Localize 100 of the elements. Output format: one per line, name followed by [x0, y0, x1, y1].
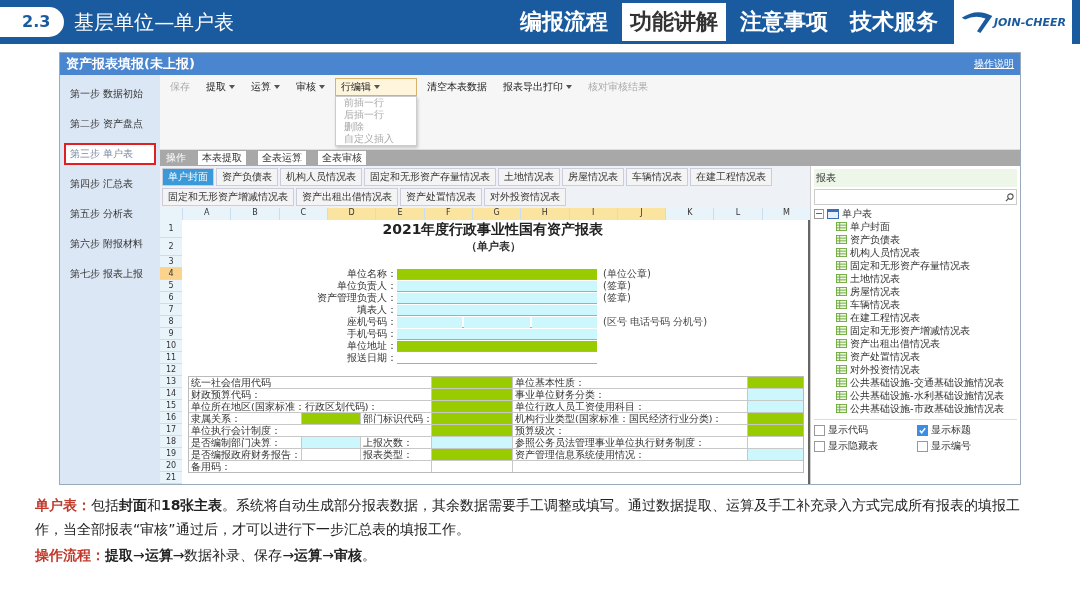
option-checkbox[interactable]: 显示编号 [916, 439, 1017, 453]
sheet-tab[interactable]: 房屋情况表 [562, 168, 624, 186]
input-field[interactable] [432, 413, 512, 424]
tree-item[interactable]: 车辆情况表 [814, 298, 1017, 311]
input-field[interactable] [397, 280, 597, 292]
option-checkbox[interactable]: 显示代码 [814, 423, 915, 437]
column-header[interactable]: K [665, 208, 714, 220]
input-field[interactable] [748, 401, 803, 412]
tree-item[interactable]: 单户封面 [814, 220, 1017, 233]
input-field[interactable] [432, 461, 512, 472]
input-field[interactable] [748, 449, 803, 460]
input-field[interactable] [531, 316, 597, 328]
tree-item[interactable]: 在建工程情况表 [814, 311, 1017, 324]
toolbar-button[interactable]: 全表审核 [318, 151, 366, 165]
row-header[interactable]: 9 [160, 328, 182, 340]
row-header[interactable]: 8 [160, 316, 182, 328]
column-header[interactable]: E [375, 208, 424, 220]
input-field[interactable] [432, 425, 512, 436]
sheet-tab[interactable]: 车辆情况表 [626, 168, 688, 186]
row-header[interactable]: 11 [160, 352, 182, 364]
toolbar-button[interactable]: 报表导出打印 [497, 78, 578, 96]
row-header[interactable]: 20 [160, 460, 182, 472]
column-header[interactable]: D [326, 208, 376, 220]
nav-tab[interactable]: 注意事项 [731, 3, 836, 41]
input-field[interactable] [302, 437, 360, 448]
column-header[interactable]: I [568, 208, 617, 220]
row-header[interactable]: 3 [160, 256, 182, 268]
input-field[interactable] [748, 437, 803, 448]
toolbar-button[interactable]: 本表提取 [198, 151, 246, 165]
nav-tab[interactable]: 技术服务 [841, 3, 946, 41]
input-field[interactable] [748, 425, 803, 436]
column-header[interactable]: F [423, 208, 472, 220]
row-header[interactable]: 16 [160, 412, 182, 424]
column-header[interactable]: L [713, 208, 762, 220]
step-item[interactable]: 第五步 分析表 [64, 203, 156, 225]
tree-item[interactable]: 公共基础设施-市政基础设施情况表 [814, 402, 1017, 415]
input-field[interactable] [748, 389, 803, 400]
toolbar-button[interactable]: 清空本表数据 [421, 78, 493, 96]
input-field[interactable] [397, 292, 597, 304]
input-field[interactable] [397, 328, 597, 340]
sheet-tab[interactable]: 资产处置情况表 [400, 188, 482, 206]
sheet-tab[interactable]: 固定和无形资产增减情况表 [162, 188, 294, 206]
step-item[interactable]: 第三步 单户表 [64, 143, 156, 165]
row-header[interactable]: 1 [160, 220, 182, 238]
tree-item[interactable]: 固定和无形资产存量情况表 [814, 259, 1017, 272]
column-header[interactable]: H [520, 208, 569, 220]
sheet-tab[interactable]: 土地情况表 [498, 168, 560, 186]
sheet-tab[interactable]: 资产出租出借情况表 [296, 188, 398, 206]
nav-tab[interactable]: 编报流程 [511, 3, 616, 41]
step-item[interactable]: 第六步 附报材料 [64, 233, 156, 255]
step-item[interactable]: 第七步 报表上报 [64, 263, 156, 285]
input-field[interactable] [748, 413, 803, 424]
input-field[interactable] [397, 268, 597, 280]
row-header[interactable]: 15 [160, 400, 182, 412]
row-header[interactable]: 5 [160, 280, 182, 292]
sheet-tab[interactable]: 资产负债表 [216, 168, 278, 186]
sheet-tab[interactable]: 在建工程情况表 [690, 168, 772, 186]
column-header[interactable]: B [230, 208, 279, 220]
row-header[interactable]: 13 [160, 376, 182, 388]
input-field[interactable] [432, 377, 512, 388]
input-field[interactable] [432, 389, 512, 400]
row-header[interactable]: 21 [160, 472, 182, 484]
row-header[interactable]: 7 [160, 304, 182, 316]
help-link[interactable]: 操作说明 [974, 57, 1014, 71]
tree-item[interactable]: 固定和无形资产增减情况表 [814, 324, 1017, 337]
toolbar-button[interactable]: 提取 [200, 78, 241, 96]
expander-icon[interactable] [814, 208, 824, 219]
toolbar-button[interactable]: 行编辑 [335, 78, 417, 96]
column-header[interactable]: A [182, 208, 231, 220]
input-field[interactable] [432, 449, 512, 460]
sheet-tab[interactable]: 机构人员情况表 [280, 168, 362, 186]
step-item[interactable]: 第二步 资产盘点 [64, 113, 156, 135]
input-field[interactable] [397, 316, 463, 328]
row-header[interactable]: 12 [160, 364, 182, 376]
row-header[interactable]: 4 [160, 268, 182, 280]
input-field[interactable] [397, 340, 597, 352]
input-field[interactable] [302, 449, 360, 460]
tree-item[interactable]: 机构人员情况表 [814, 246, 1017, 259]
row-header[interactable]: 14 [160, 388, 182, 400]
input-field[interactable] [432, 437, 512, 448]
row-header[interactable]: 2 [160, 238, 182, 256]
input-field[interactable] [464, 316, 530, 328]
search-field[interactable] [814, 189, 1017, 205]
row-header[interactable]: 10 [160, 340, 182, 352]
tree-item[interactable]: 公共基础设施-交通基础设施情况表 [814, 376, 1017, 389]
tree-item[interactable]: 土地情况表 [814, 272, 1017, 285]
row-header[interactable]: 6 [160, 292, 182, 304]
sheet-tab[interactable]: 固定和无形资产存量情况表 [364, 168, 496, 186]
tree-item[interactable]: 资产出租出借情况表 [814, 337, 1017, 350]
column-header[interactable]: J [616, 208, 666, 220]
tree-item[interactable]: 对外投资情况表 [814, 363, 1017, 376]
toolbar-button[interactable]: 全表运算 [258, 151, 306, 165]
step-item[interactable]: 第四步 汇总表 [64, 173, 156, 195]
column-header[interactable]: C [278, 208, 327, 220]
toolbar-button[interactable]: 审核 [290, 78, 331, 96]
column-header[interactable]: G [471, 208, 521, 220]
input-field[interactable] [397, 304, 597, 316]
input-field[interactable] [513, 461, 803, 472]
toolbar-button[interactable]: 运算 [245, 78, 286, 96]
option-checkbox[interactable]: 显示隐藏表 [814, 439, 915, 453]
